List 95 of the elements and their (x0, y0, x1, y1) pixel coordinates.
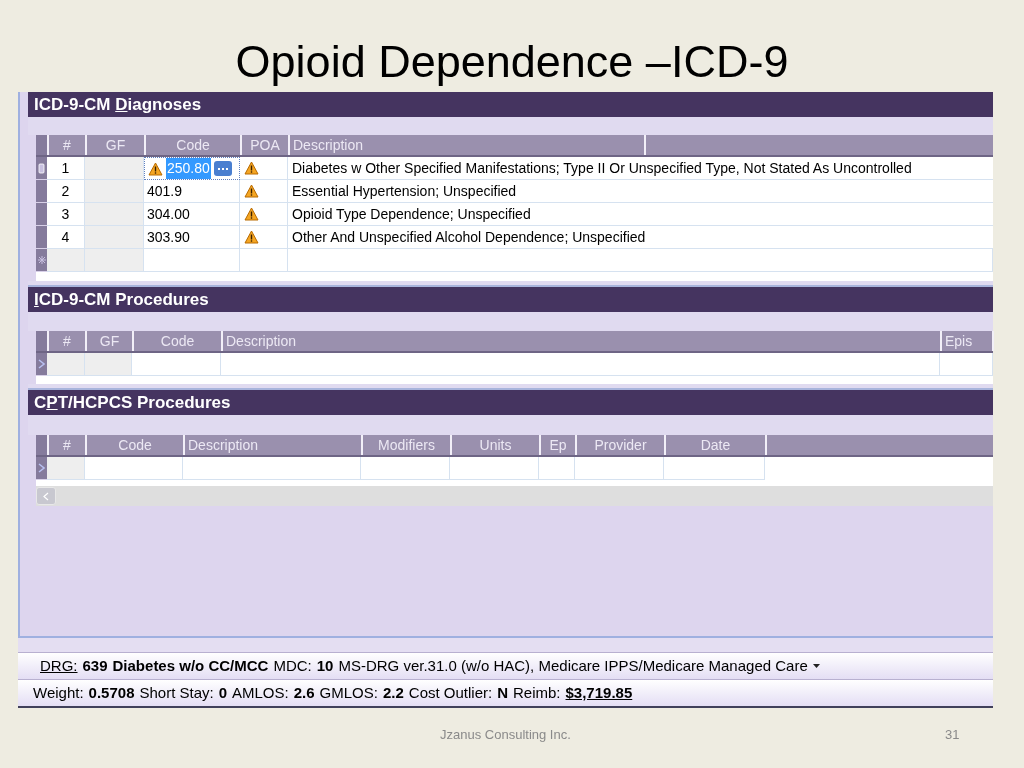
table-cell[interactable] (85, 457, 183, 480)
section-title: ICD-9-CM Diagnoses (34, 93, 202, 116)
slide-footer: Jzanus Consulting Inc. (440, 725, 571, 745)
chevron-left-icon (43, 491, 49, 501)
field-label: Short Stay: (139, 682, 214, 703)
field-value: 10 (316, 655, 334, 676)
field-label: GMLOS: (319, 682, 378, 703)
column-header[interactable]: Description (221, 331, 940, 351)
column-header[interactable]: Ep (539, 435, 575, 455)
amount-link[interactable]: $3,719.85 (565, 681, 633, 705)
column-header[interactable]: Description (183, 435, 361, 455)
table-cell[interactable] (361, 457, 450, 480)
column-header[interactable]: Modifiers (361, 435, 450, 455)
table-cell[interactable] (47, 353, 85, 376)
row-indicator[interactable] (36, 457, 47, 480)
row-indicator[interactable] (36, 226, 47, 249)
field-label: MS-DRG ver.31.0 (w/o HAC), Medicare IPPS/Medicare Managed Care (338, 655, 808, 676)
code-value[interactable]: 304.00 (147, 203, 190, 225)
field-label: AMLOS: (232, 682, 289, 703)
column-header[interactable]: POA (240, 135, 288, 155)
table-cell (85, 203, 144, 226)
table-cell[interactable] (47, 457, 85, 480)
code-cell[interactable]: 303.90 (144, 226, 240, 249)
table-cell[interactable] (144, 249, 240, 272)
table-cell[interactable] (539, 457, 575, 480)
drg-bar[interactable]: DRG: 639 Diabetes w/o CC/MCC MDC: 10 MS-DRG ver.31.0 (w/o HAC), Medicare IPPS/Medicare Managed Care (18, 652, 993, 680)
table-cell[interactable] (132, 353, 221, 376)
scroll-left-button[interactable] (36, 487, 56, 505)
field-value: Diabetes w/o CC/MCC (112, 655, 269, 676)
code-cell[interactable]: 401.9 (144, 180, 240, 203)
column-header[interactable]: Code (144, 135, 240, 155)
table-cell: 2 (47, 180, 85, 203)
table-cell[interactable] (664, 457, 765, 480)
row-indicator[interactable] (36, 353, 47, 376)
table-cell[interactable] (240, 249, 288, 272)
field-value: 639 (82, 655, 108, 676)
column-header[interactable]: Date (664, 435, 765, 455)
table-cell[interactable] (450, 457, 539, 480)
chevron-right-icon (38, 359, 45, 369)
column-header[interactable]: Provider (575, 435, 664, 455)
chevron-right-icon (38, 463, 45, 473)
table-cell[interactable] (940, 353, 993, 376)
ellipsis-icon (217, 167, 228, 170)
column-header[interactable]: GF (85, 331, 132, 351)
field-label: Reimb: (513, 682, 561, 703)
row-indicator[interactable] (36, 203, 47, 226)
row-indicator[interactable] (36, 180, 47, 203)
asterisk-icon (37, 256, 46, 264)
code-value[interactable]: 250.80 (166, 158, 211, 179)
column-header[interactable]: # (47, 435, 85, 455)
code-value[interactable]: 401.9 (147, 180, 183, 202)
table-cell[interactable] (288, 249, 993, 272)
column-header[interactable]: Units (450, 435, 539, 455)
column-header[interactable]: Code (132, 331, 221, 351)
table-cell[interactable] (183, 457, 361, 480)
table-cell[interactable] (575, 457, 664, 480)
table-cell (85, 226, 144, 249)
header-corner (36, 435, 47, 455)
header-corner (36, 331, 47, 351)
column-header[interactable]: GF (85, 135, 144, 155)
table-cell[interactable] (85, 353, 132, 376)
table-cell (85, 180, 144, 203)
field-label: Weight: (33, 682, 84, 703)
table-cell (85, 157, 144, 180)
slide-title: Opioid Dependence –ICD-9 (235, 39, 789, 84)
section-title: ICD-9-CM Procedures (34, 288, 209, 311)
code-cell[interactable]: 250.80 (144, 157, 240, 180)
header-corner (36, 135, 47, 155)
table-cell[interactable] (221, 353, 940, 376)
column-header[interactable]: Code (85, 435, 183, 455)
table-cell: 4 (47, 226, 85, 249)
field-value: 2.6 (293, 682, 315, 703)
lookup-button[interactable] (213, 161, 232, 176)
caret-down-icon (812, 664, 820, 668)
field-label: Cost Outlier: (408, 682, 493, 703)
column-header[interactable]: Description (288, 135, 644, 155)
field-value: 2.2 (382, 682, 404, 703)
column-header[interactable]: Epis (940, 331, 992, 351)
table-cell: 3 (47, 203, 85, 226)
page-number: 31 (945, 726, 960, 744)
field-value: 0.5708 (88, 682, 135, 703)
section-title: CPT/HCPCS Procedures (34, 391, 231, 414)
code-cell[interactable]: 304.00 (144, 203, 240, 226)
table-cell[interactable] (85, 249, 144, 272)
field-value: 0 (218, 682, 228, 703)
table-cell: 1 (47, 157, 85, 180)
field-label: MDC: (273, 655, 312, 676)
field-value: N (497, 682, 508, 703)
field-label[interactable]: DRG: (40, 654, 78, 678)
column-header[interactable]: # (47, 135, 85, 155)
table-cell[interactable] (47, 249, 85, 272)
horizontal-scrollbar[interactable] (36, 486, 993, 506)
code-value[interactable]: 303.90 (147, 226, 190, 248)
pencil-icon (38, 162, 45, 174)
column-header[interactable]: # (47, 331, 85, 351)
